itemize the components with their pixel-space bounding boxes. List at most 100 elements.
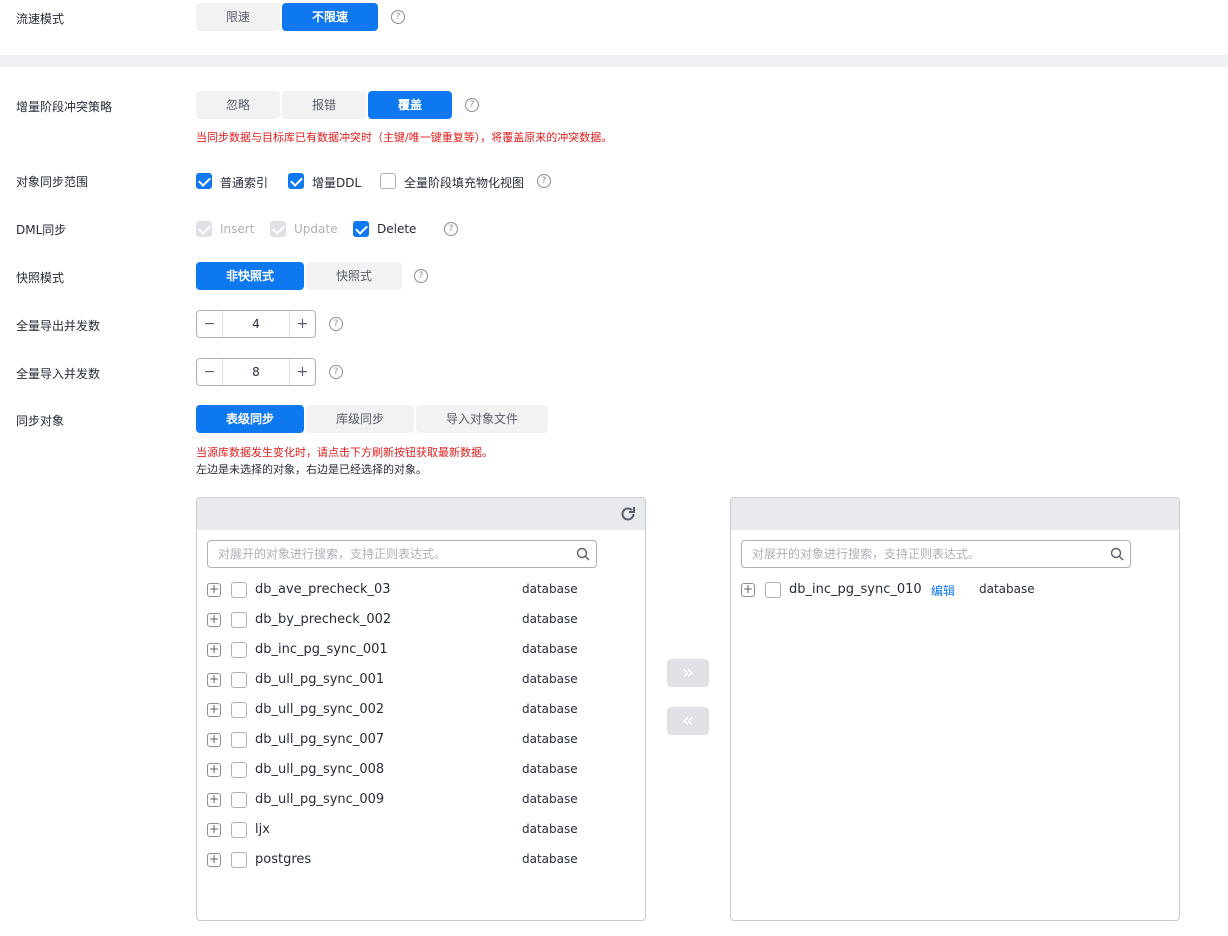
expand-icon[interactable]: + xyxy=(207,823,221,837)
object-name: ljx xyxy=(255,822,270,837)
object-type: database xyxy=(522,822,578,836)
non-snapshot-option[interactable]: 非快照式 xyxy=(196,262,304,290)
import-concurrency-value[interactable]: 8 xyxy=(223,359,289,385)
decrement-button[interactable]: − xyxy=(197,359,223,385)
expand-icon[interactable]: + xyxy=(207,613,221,627)
object-name: db_ull_pg_sync_007 xyxy=(255,732,385,747)
list-item[interactable]: + postgres database xyxy=(197,845,645,875)
expand-icon[interactable]: + xyxy=(741,583,755,597)
increment-button[interactable]: + xyxy=(289,311,315,337)
help-icon[interactable]: ? xyxy=(414,269,428,283)
import-object-file-option[interactable]: 导入对象文件 xyxy=(416,405,548,433)
list-item[interactable]: + db_ull_pg_sync_009 database xyxy=(197,785,645,815)
update-label: Update xyxy=(294,222,338,236)
row-checkbox[interactable] xyxy=(765,582,781,598)
help-icon[interactable]: ? xyxy=(537,174,551,188)
row-checkbox[interactable] xyxy=(231,732,247,748)
delete-checkbox[interactable] xyxy=(353,221,369,237)
expand-icon[interactable]: + xyxy=(207,853,221,867)
conflict-overwrite-option[interactable]: 覆盖 xyxy=(368,91,452,119)
object-type: database xyxy=(522,702,578,716)
incremental-ddl-checkbox[interactable] xyxy=(288,173,304,189)
incremental-ddl-label: 增量DDL xyxy=(312,176,362,190)
object-name: db_by_precheck_002 xyxy=(255,612,392,627)
object-name: db_inc_pg_sync_010 xyxy=(789,582,922,597)
object-type: database xyxy=(522,612,578,626)
row-checkbox[interactable] xyxy=(231,642,247,658)
snapshot-option[interactable]: 快照式 xyxy=(306,262,402,290)
search-icon[interactable] xyxy=(576,547,590,561)
object-type: database xyxy=(522,792,578,806)
normal-index-label: 普通索引 xyxy=(220,176,269,190)
expand-icon[interactable]: + xyxy=(207,793,221,807)
move-right-button[interactable]: » xyxy=(667,659,709,687)
sync-object-label: 同步对象 xyxy=(16,414,65,428)
list-item[interactable]: + db_ave_precheck_03 database xyxy=(197,575,645,605)
row-checkbox[interactable] xyxy=(231,792,247,808)
selection-hint: 左边是未选择的对象，右边是已经选择的对象。 xyxy=(196,463,427,476)
object-type: database xyxy=(522,642,578,656)
expand-icon[interactable]: + xyxy=(207,643,221,657)
help-icon[interactable]: ? xyxy=(329,317,343,331)
decrement-button[interactable]: − xyxy=(197,311,223,337)
increment-button[interactable]: + xyxy=(289,359,315,385)
row-checkbox[interactable] xyxy=(231,612,247,628)
left-search-input[interactable]: 对展开的对象进行搜索，支持正则表达式。 xyxy=(207,540,597,568)
refresh-icon[interactable] xyxy=(619,505,637,523)
list-item[interactable]: + ljx database xyxy=(197,815,645,845)
export-concurrency-stepper[interactable]: − 4 + xyxy=(196,310,316,338)
panel-header xyxy=(731,498,1179,530)
selected-objects-panel: 对展开的对象进行搜索，支持正则表达式。 + db_inc_pg_sync_010 编… xyxy=(730,497,1180,921)
search-icon[interactable] xyxy=(1110,547,1124,561)
expand-icon[interactable]: + xyxy=(207,583,221,597)
sync-scope-label: 对象同步范围 xyxy=(16,175,89,189)
edit-link[interactable]: 编辑 xyxy=(931,582,955,599)
conflict-ignore-option[interactable]: 忽略 xyxy=(196,91,280,119)
import-concurrency-stepper[interactable]: − 8 + xyxy=(196,358,316,386)
row-checkbox[interactable] xyxy=(231,582,247,598)
object-name: db_inc_pg_sync_001 xyxy=(255,642,388,657)
object-name: db_ave_precheck_03 xyxy=(255,582,391,597)
help-icon[interactable]: ? xyxy=(391,10,405,24)
normal-index-checkbox[interactable] xyxy=(196,173,212,189)
table-level-sync-option[interactable]: 表级同步 xyxy=(196,405,304,433)
export-concurrency-value[interactable]: 4 xyxy=(223,311,289,337)
conflict-error-option[interactable]: 报错 xyxy=(282,91,366,119)
list-item[interactable]: + db_ull_pg_sync_008 database xyxy=(197,755,645,785)
flow-mode-label: 流速模式 xyxy=(16,12,65,26)
list-item[interactable]: + db_ull_pg_sync_001 database xyxy=(197,665,645,695)
panel-header xyxy=(197,498,645,530)
right-search-input[interactable]: 对展开的对象进行搜索，支持正则表达式。 xyxy=(741,540,1131,568)
update-checkbox xyxy=(270,221,286,237)
expand-icon[interactable]: + xyxy=(207,733,221,747)
expand-icon[interactable]: + xyxy=(207,673,221,687)
conflict-strategy-label: 增量阶段冲突策略 xyxy=(16,100,113,114)
export-concurrency-label: 全量导出并发数 xyxy=(16,319,101,333)
object-name: db_ull_pg_sync_009 xyxy=(255,792,385,807)
row-checkbox[interactable] xyxy=(231,762,247,778)
help-icon[interactable]: ? xyxy=(465,98,479,112)
object-type: database xyxy=(522,732,578,746)
row-checkbox[interactable] xyxy=(231,672,247,688)
help-icon[interactable]: ? xyxy=(329,365,343,379)
row-checkbox[interactable] xyxy=(231,852,247,868)
section-divider xyxy=(0,55,1228,67)
expand-icon[interactable]: + xyxy=(207,763,221,777)
object-name: postgres xyxy=(255,852,312,867)
move-left-button[interactable]: « xyxy=(667,707,709,735)
db-level-sync-option[interactable]: 库级同步 xyxy=(306,405,414,433)
expand-icon[interactable]: + xyxy=(207,703,221,717)
row-checkbox[interactable] xyxy=(231,822,247,838)
help-icon[interactable]: ? xyxy=(444,222,458,236)
list-item[interactable]: + db_inc_pg_sync_001 database xyxy=(197,635,645,665)
list-item[interactable]: + db_ull_pg_sync_007 database xyxy=(197,725,645,755)
flow-limit-option[interactable]: 限速 xyxy=(196,3,280,31)
materialized-view-checkbox[interactable] xyxy=(380,173,396,189)
flow-unlimited-option[interactable]: 不限速 xyxy=(282,3,378,31)
row-checkbox[interactable] xyxy=(231,702,247,718)
unselected-objects-panel: 对展开的对象进行搜索，支持正则表达式。 + db_ave_precheck_03d… xyxy=(196,497,646,921)
list-item[interactable]: + db_ull_pg_sync_002 database xyxy=(197,695,645,725)
list-item[interactable]: + db_by_precheck_002 database xyxy=(197,605,645,635)
object-type: database xyxy=(522,762,578,776)
list-item[interactable]: + db_inc_pg_sync_010 编辑 database xyxy=(731,575,1179,605)
